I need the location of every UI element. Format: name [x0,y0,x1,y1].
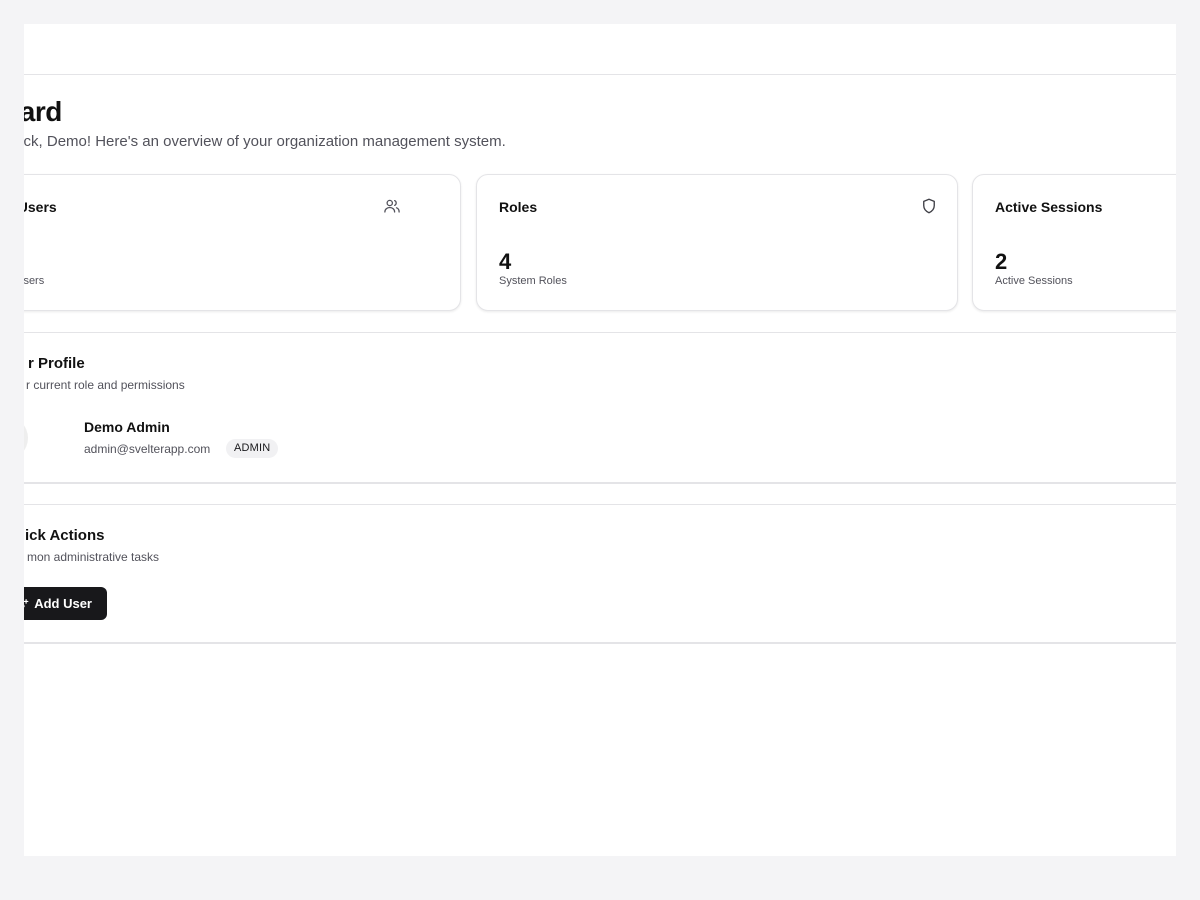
profile-email: admin@svelterapp.com [84,442,211,456]
add-user-button[interactable]: Add User [24,587,107,620]
page-title: hboard [24,96,62,127]
stat-card-active-sessions: Active Sessions 2 Active Sessions [972,174,1176,311]
profile-panel-title: r Profile [28,355,85,372]
stat-card-roles: Roles 4 System Roles [476,174,958,311]
stat-card-title: Roles [499,199,538,215]
role-badge: ADMIN [226,439,279,458]
stat-card-caption: Active Sessions [995,275,1073,287]
top-bar [24,24,1176,75]
stat-card-caption: System Roles [499,275,567,287]
add-user-label: Add User [34,596,92,611]
profile-panel-description: r current role and permissions [26,378,185,392]
users-icon [383,197,401,215]
avatar [24,416,28,460]
page-subtitle: ne back, Demo! Here's an overview of you… [24,133,506,150]
stat-card-title: Active Sessions [995,199,1103,215]
stat-card-value: 4 [499,249,512,274]
stat-card-value: 2 [995,249,1008,274]
profile-name: Demo Admin [84,419,170,435]
shield-icon [920,197,938,215]
user-plus-icon [24,595,29,612]
stat-card-caption: l Users [24,275,45,287]
stat-card-title: l Users [24,199,57,215]
stat-card-users: l Users l Users [24,174,461,311]
quick-actions-panel: ick Actions mon administrative tasks Add… [24,504,1176,644]
quick-actions-title: ick Actions [25,527,105,544]
app-frame: hboard ne back, Demo! Here's an overview… [24,24,1176,856]
profile-panel: r Profile r current role and permissions… [24,332,1176,484]
quick-actions-description: mon administrative tasks [27,550,160,564]
